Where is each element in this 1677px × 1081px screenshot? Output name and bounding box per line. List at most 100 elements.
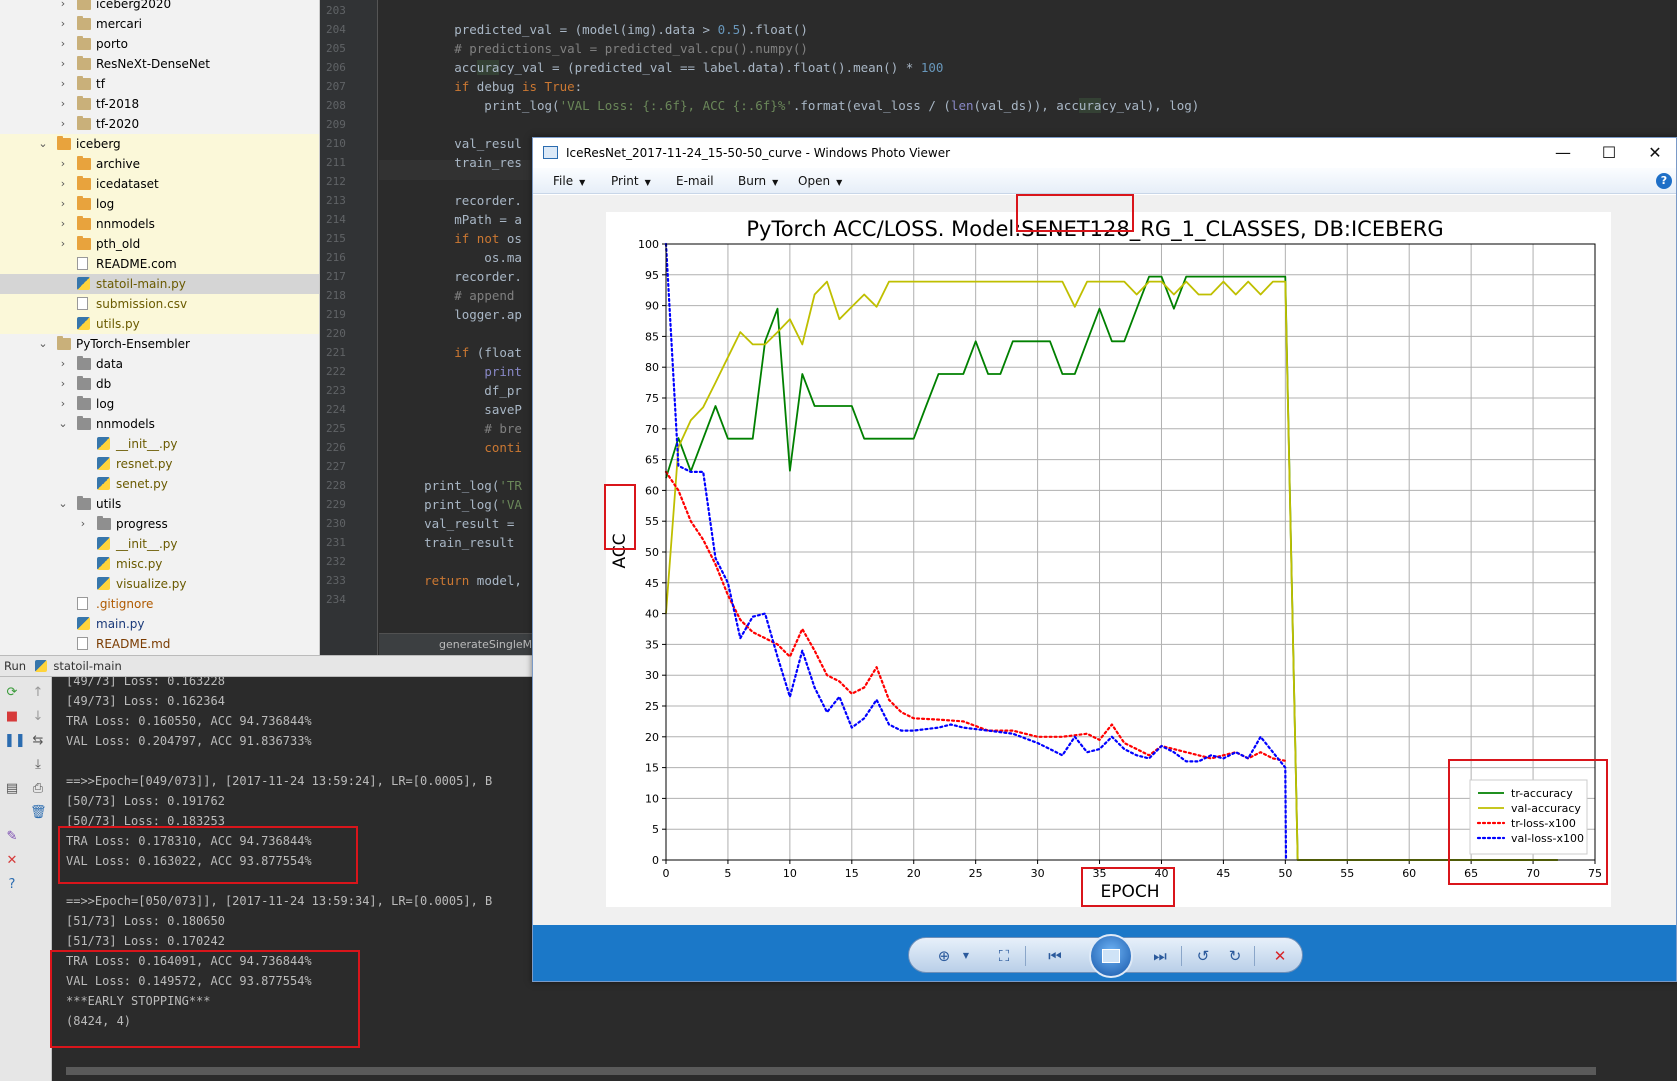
- chevron-right-icon[interactable]: ›: [57, 0, 69, 14]
- code-line: conti: [484, 440, 522, 455]
- close-icon[interactable]: ✕: [4, 853, 20, 869]
- chevron-down-icon[interactable]: ⌄: [57, 494, 69, 514]
- menu-email[interactable]: E-mail: [676, 168, 714, 194]
- stop-icon[interactable]: ■: [4, 709, 20, 725]
- chevron-right-icon[interactable]: ›: [57, 14, 69, 34]
- next-icon[interactable]: ⏭: [1149, 946, 1171, 966]
- close-window-button[interactable]: ✕: [1632, 138, 1676, 168]
- tree-item[interactable]: › nnmodels: [0, 214, 319, 234]
- tree-item[interactable]: › archive: [0, 154, 319, 174]
- tree-item[interactable]: › tf-2018: [0, 94, 319, 114]
- chevron-right-icon[interactable]: ›: [57, 34, 69, 54]
- chevron-down-icon[interactable]: ⌄: [57, 414, 69, 434]
- help-icon[interactable]: ?: [4, 877, 20, 893]
- tree-item[interactable]: › iceberg2020: [0, 0, 319, 14]
- tree-item[interactable]: › pth_old: [0, 234, 319, 254]
- python-file-icon: [97, 477, 110, 490]
- tree-item[interactable]: ⌄ utils: [0, 494, 319, 514]
- tree-item[interactable]: misc.py: [0, 554, 319, 574]
- line-number: 208: [326, 99, 346, 112]
- run-config-tab[interactable]: statoil-main: [53, 659, 121, 673]
- menu-file[interactable]: File ▼: [553, 168, 585, 196]
- chevron-right-icon[interactable]: ›: [57, 154, 69, 174]
- tree-item[interactable]: visualize.py: [0, 574, 319, 594]
- print-icon[interactable]: ⎙: [30, 781, 46, 797]
- chevron-right-icon[interactable]: ›: [57, 194, 69, 214]
- actual-size-icon[interactable]: ⛶: [993, 946, 1015, 966]
- chevron-right-icon[interactable]: ›: [57, 214, 69, 234]
- menu-burn[interactable]: Burn ▼: [738, 168, 778, 196]
- tree-item[interactable]: › tf-2020: [0, 114, 319, 134]
- tree-item[interactable]: README.md: [0, 634, 319, 654]
- legend-box: [1448, 759, 1608, 885]
- tree-item[interactable]: › mercari: [0, 14, 319, 34]
- scroll-up-icon[interactable]: ↑: [30, 685, 46, 701]
- chevron-down-icon[interactable]: ⌄: [37, 334, 49, 354]
- chevron-right-icon[interactable]: ›: [57, 74, 69, 94]
- tree-item[interactable]: › ResNeXt-DenseNet: [0, 54, 319, 74]
- code-line: # append: [454, 288, 515, 303]
- chevron-right-icon[interactable]: ›: [57, 54, 69, 74]
- viewer-title-bar[interactable]: IceResNet_2017-11-24_15-50-50_curve - Wi…: [533, 138, 1676, 168]
- tree-item[interactable]: › icedataset: [0, 174, 319, 194]
- tree-item[interactable]: __init__.py: [0, 434, 319, 454]
- tree-item[interactable]: › data: [0, 354, 319, 374]
- zoom-icon[interactable]: ⊕: [933, 946, 955, 966]
- rerun-icon[interactable]: ⟳: [4, 685, 20, 701]
- tree-item[interactable]: utils.py: [0, 314, 319, 334]
- scroll-end-icon[interactable]: ⤓: [30, 757, 46, 773]
- tree-item[interactable]: › progress: [0, 514, 319, 534]
- chevron-right-icon[interactable]: ›: [57, 114, 69, 134]
- tree-item[interactable]: ⌄ PyTorch-Ensembler: [0, 334, 319, 354]
- tree-item[interactable]: ⌄ iceberg: [0, 134, 319, 154]
- clear-all-icon[interactable]: 🗑: [30, 805, 47, 821]
- chevron-right-icon[interactable]: ›: [77, 514, 89, 534]
- run-label: Run: [4, 659, 27, 673]
- pin-icon[interactable]: ✎: [4, 829, 20, 845]
- tree-item[interactable]: .gitignore: [0, 594, 319, 614]
- help-icon[interactable]: ?: [1656, 173, 1672, 189]
- y-tick-label: 5: [652, 823, 659, 836]
- tree-item[interactable]: statoil-main.py: [0, 274, 319, 294]
- rotate-left-icon[interactable]: ↺: [1192, 946, 1214, 966]
- slideshow-button[interactable]: [1089, 934, 1133, 978]
- menu-open[interactable]: Open ▼: [798, 168, 842, 196]
- restore-layout-icon[interactable]: ▤: [4, 781, 20, 797]
- minimize-button[interactable]: —: [1540, 138, 1586, 168]
- horizontal-scrollbar[interactable]: [52, 1061, 1677, 1081]
- tree-item[interactable]: › db: [0, 374, 319, 394]
- tree-item[interactable]: resnet.py: [0, 454, 319, 474]
- scrollbar-thumb[interactable]: [66, 1067, 1596, 1075]
- tree-item[interactable]: main.py: [0, 614, 319, 634]
- line-number: 234: [326, 593, 346, 606]
- maximize-button[interactable]: ☐: [1586, 138, 1632, 168]
- zoom-dropdown-icon[interactable]: ▼: [955, 946, 977, 966]
- folder-icon: [77, 0, 91, 10]
- code-line: accuracy_val = (predicted_val == label.d…: [394, 60, 944, 75]
- chevron-right-icon[interactable]: ›: [57, 354, 69, 374]
- tree-item[interactable]: __init__.py: [0, 534, 319, 554]
- chevron-right-icon[interactable]: ›: [57, 94, 69, 114]
- delete-icon[interactable]: ✕: [1269, 946, 1291, 966]
- soft-wrap-icon[interactable]: ⇆: [30, 733, 46, 749]
- chevron-right-icon[interactable]: ›: [57, 234, 69, 254]
- tree-item[interactable]: › log: [0, 394, 319, 414]
- rotate-right-icon[interactable]: ↻: [1224, 946, 1246, 966]
- scroll-down-icon[interactable]: ↓: [30, 709, 46, 725]
- tree-item[interactable]: submission.csv: [0, 294, 319, 314]
- code-line: logger.ap: [394, 307, 522, 322]
- tree-item[interactable]: › porto: [0, 34, 319, 54]
- chevron-right-icon[interactable]: ›: [57, 394, 69, 414]
- tree-item[interactable]: senet.py: [0, 474, 319, 494]
- chevron-right-icon[interactable]: ›: [57, 374, 69, 394]
- previous-icon[interactable]: ⏮: [1044, 946, 1066, 966]
- chevron-right-icon[interactable]: ›: [57, 174, 69, 194]
- separator: [1181, 946, 1182, 966]
- tree-item[interactable]: › tf: [0, 74, 319, 94]
- chevron-down-icon[interactable]: ⌄: [37, 134, 49, 154]
- tree-item[interactable]: README.com: [0, 254, 319, 274]
- tree-item[interactable]: ⌄ nnmodels: [0, 414, 319, 434]
- tree-item[interactable]: › log: [0, 194, 319, 214]
- pause-icon[interactable]: ❚❚: [4, 733, 26, 749]
- menu-print[interactable]: Print ▼: [611, 168, 651, 196]
